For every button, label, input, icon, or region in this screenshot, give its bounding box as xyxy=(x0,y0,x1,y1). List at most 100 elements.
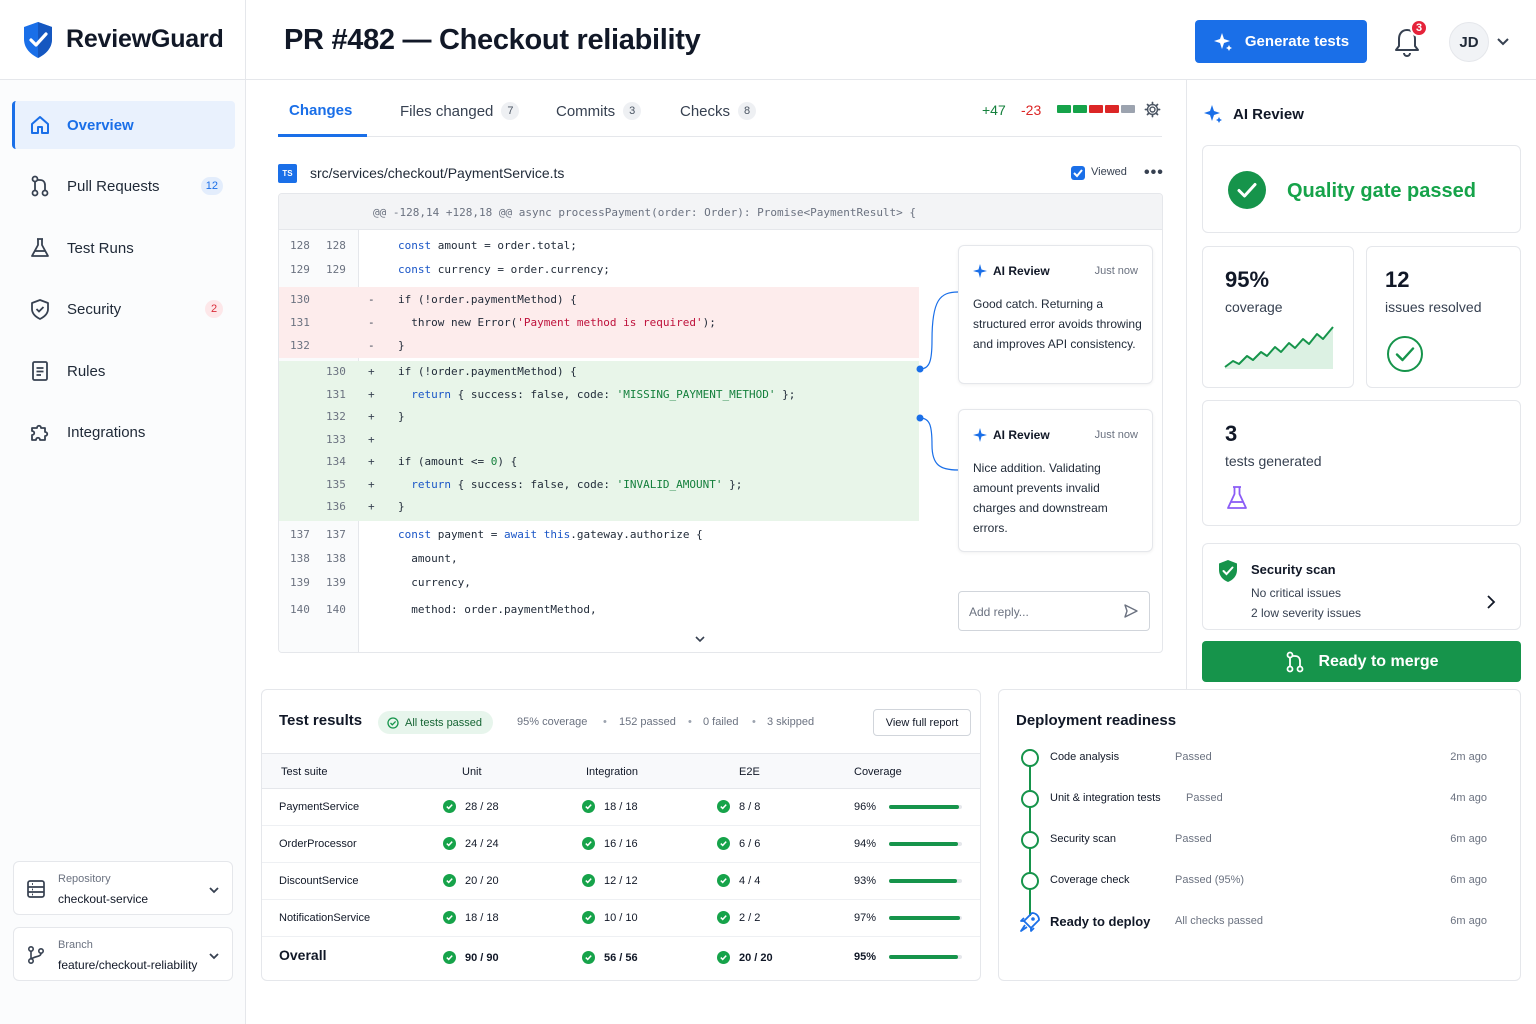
ready-to-merge-button[interactable]: Ready to merge xyxy=(1202,641,1521,682)
comment-connector xyxy=(916,291,959,471)
added-line[interactable]: 135 + return { success: false, code: 'INV… xyxy=(279,478,919,498)
sidebar-item-overview[interactable]: Overview xyxy=(12,101,235,149)
removed-line[interactable]: 131 - throw new Error('Payment method is … xyxy=(279,316,919,336)
context-line[interactable]: 138 138 amount, xyxy=(279,552,919,572)
removed-line[interactable]: 132 -} xyxy=(279,339,919,359)
new-line-number: 131 xyxy=(326,388,346,401)
gear-icon[interactable] xyxy=(1144,101,1161,118)
context-line[interactable]: 139 139 currency, xyxy=(279,576,919,596)
suite-name: Overall xyxy=(279,947,327,963)
sidebar-item-label: Security xyxy=(67,300,122,318)
added-line[interactable]: 130 + if (!order.paymentMethod) { xyxy=(279,365,919,385)
home-icon xyxy=(31,116,49,134)
security-scan-critical: No critical issues xyxy=(1251,586,1342,600)
viewed-checkbox[interactable] xyxy=(1071,166,1085,180)
avatar[interactable]: JD xyxy=(1449,22,1489,62)
deployment-readiness-card: Deployment readiness Code analysis Passed… xyxy=(998,689,1521,981)
step-status: Passed xyxy=(1186,792,1223,804)
branch-label: Branch xyxy=(58,939,93,951)
added-line[interactable]: 132 +} xyxy=(279,410,919,430)
context-line[interactable]: 137 137 const payment = await this.gateway… xyxy=(279,528,919,548)
code-text: if (!order.paymentMethod) { xyxy=(398,365,577,378)
old-line-number: 140 xyxy=(290,603,310,616)
tests-generated-card: 3 tests generated xyxy=(1202,400,1521,526)
quality-gate-status: Quality gate passed xyxy=(1287,180,1476,202)
comment-body: Good catch. Returning a structured error… xyxy=(973,297,1142,351)
test-results-title: Test results xyxy=(279,712,363,729)
chevron-down-icon[interactable] xyxy=(1496,34,1510,48)
check-circle-icon xyxy=(443,951,456,964)
check-circle-icon xyxy=(1387,336,1423,372)
diff-sign: + xyxy=(368,365,375,378)
ready-to-merge-label: Ready to merge xyxy=(1318,652,1439,670)
repository-selector[interactable]: Repository checkout-service xyxy=(13,861,233,915)
sidebar-item-pull-requests[interactable]: Pull Requests 12 xyxy=(12,162,235,210)
tab-changes[interactable]: Changes xyxy=(289,102,352,119)
tab-label: Files changed xyxy=(400,102,494,120)
branch-selector[interactable]: Branch feature/checkout-reliability xyxy=(13,927,233,981)
tab-checks[interactable]: Checks 8 xyxy=(680,102,757,120)
file-path[interactable]: src/services/checkout/PaymentService.ts xyxy=(310,165,564,181)
added-line[interactable]: 131 + return { success: false, code: 'MIS… xyxy=(279,388,919,408)
separator-dot: • xyxy=(752,716,756,728)
added-line[interactable]: 134 + if (amount <= 0) { xyxy=(279,455,919,475)
brand-name: ReviewGuard xyxy=(66,25,224,53)
view-full-report-button[interactable]: View full report xyxy=(873,709,971,736)
added-line[interactable]: 136 +} xyxy=(279,500,919,520)
table-row[interactable]: NotificationService 18 / 18 10 / 10 2 / 2 97… xyxy=(262,900,980,937)
generate-tests-button[interactable]: Generate tests xyxy=(1195,20,1367,63)
diff-sign: - xyxy=(368,293,375,306)
sidebar-item-rules[interactable]: Rules xyxy=(12,347,235,395)
send-icon[interactable] xyxy=(1123,603,1139,619)
table-row[interactable]: OrderProcessor 24 / 24 16 / 16 6 / 6 94% xyxy=(262,826,980,863)
context-line[interactable]: 128 128 const amount = order.total; xyxy=(279,239,919,259)
comment-body: Nice addition. Validating amount prevent… xyxy=(973,461,1108,535)
sparkle-icon xyxy=(1213,32,1232,51)
ai-review-comment[interactable]: AI Review Just now Good catch. Returning… xyxy=(958,245,1153,384)
tab-label: Commits xyxy=(556,102,616,120)
added-line[interactable]: 133 + xyxy=(279,433,919,453)
diff-sign: + xyxy=(368,410,375,423)
new-line-number: 138 xyxy=(326,552,346,565)
sidebar-item-security[interactable]: Security 2 xyxy=(12,285,235,333)
security-scan-card[interactable]: Security scan No critical issues 2 low s… xyxy=(1202,543,1521,630)
ai-review-comment[interactable]: AI Review Just now Nice addition. Valida… xyxy=(958,409,1153,552)
table-row[interactable]: PaymentService 28 / 28 18 / 18 8 / 8 96% xyxy=(262,789,980,826)
suite-name: OrderProcessor xyxy=(279,838,357,850)
more-options-icon[interactable]: ••• xyxy=(1144,164,1164,182)
pull-request-icon xyxy=(31,175,49,197)
passed-summary: 152 passed xyxy=(619,716,676,728)
code-text: if (!order.paymentMethod) { xyxy=(398,293,577,306)
step-name: Ready to deploy xyxy=(1050,914,1151,929)
coverage-bar-fill xyxy=(889,916,960,920)
context-line[interactable]: 140 140 method: order.paymentMethod, xyxy=(279,603,919,623)
table-row-overall[interactable]: Overall 90 / 90 56 / 56 20 / 20 95% xyxy=(262,937,980,983)
sidebar-item-integrations[interactable]: Integrations xyxy=(12,408,235,456)
diff-stat-segment xyxy=(1057,105,1071,113)
context-line[interactable]: 129 129 const currency = order.currency; xyxy=(279,263,919,283)
step-time: 4m ago xyxy=(1450,792,1487,804)
sidebar-item-test-runs[interactable]: Test Runs xyxy=(12,224,235,272)
step-status-circle xyxy=(1021,749,1039,767)
tab-commits[interactable]: Commits 3 xyxy=(556,102,642,120)
check-circle-icon xyxy=(582,800,595,813)
code-text: throw new Error('Payment method is requi… xyxy=(398,316,716,329)
column-header: Unit xyxy=(462,766,482,778)
chevron-down-icon[interactable] xyxy=(693,632,707,646)
merge-icon xyxy=(1287,651,1304,672)
result-value: 20 / 20 xyxy=(739,951,773,964)
brand[interactable]: ReviewGuard xyxy=(0,0,246,80)
coverage-bar xyxy=(889,955,962,959)
new-line-number: 130 xyxy=(326,365,346,378)
tab-files-changed[interactable]: Files changed 7 xyxy=(400,102,520,120)
reply-input[interactable]: Add reply... xyxy=(958,591,1150,631)
code-text: return { success: false, code: 'MISSING_… xyxy=(411,388,796,401)
unit-result: 28 / 28 xyxy=(443,800,499,813)
table-row[interactable]: DiscountService 20 / 20 12 / 12 4 / 4 93% xyxy=(262,863,980,900)
tab-count: 8 xyxy=(738,102,757,120)
tab-label: Changes xyxy=(289,102,353,119)
sidebar-item-label: Overview xyxy=(67,116,134,134)
repository-value: checkout-service xyxy=(58,892,149,906)
removed-line[interactable]: 130 - if (!order.paymentMethod) { xyxy=(279,293,919,313)
result-value: 28 / 28 xyxy=(465,800,499,813)
